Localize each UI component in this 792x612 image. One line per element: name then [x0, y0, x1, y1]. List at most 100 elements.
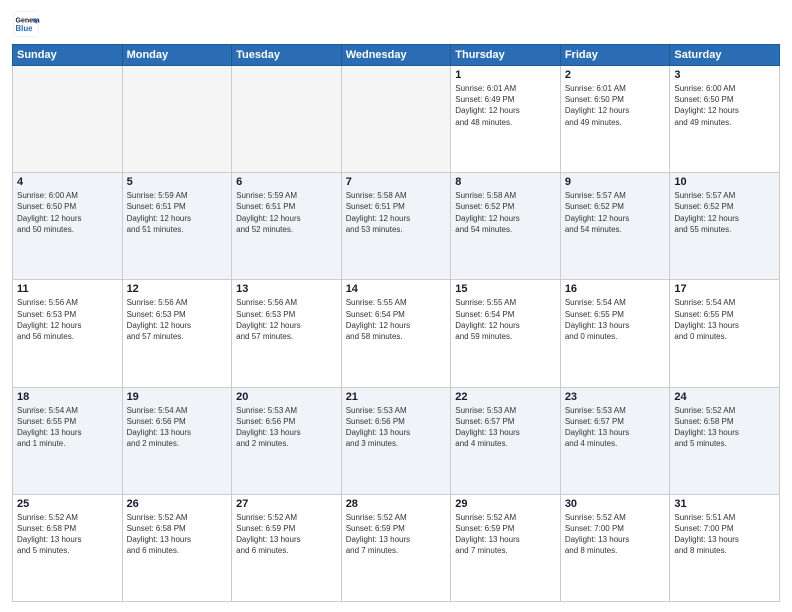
- day-info: Sunrise: 5:54 AMSunset: 6:56 PMDaylight:…: [127, 405, 228, 450]
- calendar-header-row: SundayMondayTuesdayWednesdayThursdayFrid…: [13, 45, 780, 66]
- day-header-saturday: Saturday: [670, 45, 780, 66]
- calendar-cell: 28Sunrise: 5:52 AMSunset: 6:59 PMDayligh…: [341, 494, 451, 601]
- day-info: Sunrise: 5:54 AMSunset: 6:55 PMDaylight:…: [17, 405, 118, 450]
- day-number: 19: [127, 391, 228, 403]
- calendar-cell: 31 Sunrise: 5:51 AMSunset: 7:00 PMDayligh…: [670, 494, 780, 601]
- calendar-cell: [122, 66, 232, 173]
- day-number: 11: [17, 283, 118, 295]
- day-info: Sunrise: 5:51 AMSunset: 7:00 PMDaylight:…: [674, 512, 775, 557]
- day-number: 6: [236, 176, 337, 188]
- day-number: 5: [127, 176, 228, 188]
- day-number: 1: [455, 69, 556, 81]
- day-info: Sunrise: 5:58 AMSunset: 6:52 PMDaylight:…: [455, 190, 556, 235]
- day-info: Sunrise: 5:52 AMSunset: 6:58 PMDaylight:…: [17, 512, 118, 557]
- day-header-friday: Friday: [560, 45, 670, 66]
- header: General Blue: [12, 10, 780, 38]
- logo-icon: General Blue: [12, 10, 40, 38]
- svg-text:Blue: Blue: [16, 24, 34, 33]
- calendar-cell: 4 Sunrise: 6:00 AMSunset: 6:50 PMDaylight…: [13, 173, 123, 280]
- day-number: 2: [565, 69, 666, 81]
- day-info: Sunrise: 6:00 AMSunset: 6:50 PMDaylight:…: [17, 190, 118, 235]
- day-info: Sunrise: 6:01 AMSunset: 6:50 PMDaylight:…: [565, 83, 666, 128]
- day-number: 7: [346, 176, 447, 188]
- day-info: Sunrise: 5:59 AMSunset: 6:51 PMDaylight:…: [127, 190, 228, 235]
- day-info: Sunrise: 5:52 AMSunset: 6:58 PMDaylight:…: [674, 405, 775, 450]
- day-info: Sunrise: 5:53 AMSunset: 6:57 PMDaylight:…: [565, 405, 666, 450]
- calendar-cell: 13Sunrise: 5:56 AMSunset: 6:53 PMDayligh…: [232, 280, 342, 387]
- calendar-cell: 10Sunrise: 5:57 AMSunset: 6:52 PMDayligh…: [670, 173, 780, 280]
- calendar-cell: 16Sunrise: 5:54 AMSunset: 6:55 PMDayligh…: [560, 280, 670, 387]
- calendar-cell: [13, 66, 123, 173]
- calendar-cell: 2 Sunrise: 6:01 AMSunset: 6:50 PMDaylight…: [560, 66, 670, 173]
- calendar-cell: 9 Sunrise: 5:57 AMSunset: 6:52 PMDaylight…: [560, 173, 670, 280]
- day-number: 29: [455, 498, 556, 510]
- calendar-cell: 20 Sunrise: 5:53 AMSunset: 6:56 PMDayligh…: [232, 387, 342, 494]
- day-number: 10: [674, 176, 775, 188]
- calendar-cell: 6 Sunrise: 5:59 AMSunset: 6:51 PMDaylight…: [232, 173, 342, 280]
- calendar-cell: 14 Sunrise: 5:55 AMSunset: 6:54 PMDayligh…: [341, 280, 451, 387]
- day-number: 23: [565, 391, 666, 403]
- day-number: 25: [17, 498, 118, 510]
- day-info: Sunrise: 5:52 AMSunset: 7:00 PMDaylight:…: [565, 512, 666, 557]
- calendar-cell: 17Sunrise: 5:54 AMSunset: 6:55 PMDayligh…: [670, 280, 780, 387]
- day-number: 12: [127, 283, 228, 295]
- day-info: Sunrise: 5:56 AMSunset: 6:53 PMDaylight:…: [127, 297, 228, 342]
- calendar-cell: 25 Sunrise: 5:52 AMSunset: 6:58 PMDayligh…: [13, 494, 123, 601]
- day-number: 20: [236, 391, 337, 403]
- calendar-week-row: 18 Sunrise: 5:54 AMSunset: 6:55 PMDayligh…: [13, 387, 780, 494]
- calendar-cell: 22 Sunrise: 5:53 AMSunset: 6:57 PMDayligh…: [451, 387, 561, 494]
- day-info: Sunrise: 5:53 AMSunset: 6:56 PMDaylight:…: [236, 405, 337, 450]
- calendar-cell: 12 Sunrise: 5:56 AMSunset: 6:53 PMDayligh…: [122, 280, 232, 387]
- day-info: Sunrise: 5:52 AMSunset: 6:59 PMDaylight:…: [455, 512, 556, 557]
- calendar-cell: 5 Sunrise: 5:59 AMSunset: 6:51 PMDaylight…: [122, 173, 232, 280]
- day-header-wednesday: Wednesday: [341, 45, 451, 66]
- page: General Blue SundayMondayTuesdayWednesda…: [0, 0, 792, 612]
- day-number: 13: [236, 283, 337, 295]
- calendar-cell: 3 Sunrise: 6:00 AMSunset: 6:50 PMDaylight…: [670, 66, 780, 173]
- calendar-cell: 24 Sunrise: 5:52 AMSunset: 6:58 PMDayligh…: [670, 387, 780, 494]
- day-info: Sunrise: 5:57 AMSunset: 6:52 PMDaylight:…: [565, 190, 666, 235]
- day-info: Sunrise: 5:58 AMSunset: 6:51 PMDaylight:…: [346, 190, 447, 235]
- calendar-cell: [341, 66, 451, 173]
- day-info: Sunrise: 5:53 AMSunset: 6:57 PMDaylight:…: [455, 405, 556, 450]
- day-number: 9: [565, 176, 666, 188]
- day-info: Sunrise: 5:55 AMSunset: 6:54 PMDaylight:…: [455, 297, 556, 342]
- day-number: 18: [17, 391, 118, 403]
- calendar-cell: 19 Sunrise: 5:54 AMSunset: 6:56 PMDayligh…: [122, 387, 232, 494]
- calendar-cell: 26Sunrise: 5:52 AMSunset: 6:58 PMDayligh…: [122, 494, 232, 601]
- day-info: Sunrise: 5:53 AMSunset: 6:56 PMDaylight:…: [346, 405, 447, 450]
- calendar-cell: 21 Sunrise: 5:53 AMSunset: 6:56 PMDayligh…: [341, 387, 451, 494]
- day-header-thursday: Thursday: [451, 45, 561, 66]
- calendar-week-row: 1 Sunrise: 6:01 AMSunset: 6:49 PMDaylight…: [13, 66, 780, 173]
- day-number: 24: [674, 391, 775, 403]
- day-info: Sunrise: 5:59 AMSunset: 6:51 PMDaylight:…: [236, 190, 337, 235]
- calendar-cell: 1 Sunrise: 6:01 AMSunset: 6:49 PMDaylight…: [451, 66, 561, 173]
- day-number: 28: [346, 498, 447, 510]
- day-number: 31: [674, 498, 775, 510]
- day-number: 22: [455, 391, 556, 403]
- calendar-week-row: 11 Sunrise: 5:56 AMSunset: 6:53 PMDayligh…: [13, 280, 780, 387]
- calendar-cell: 30Sunrise: 5:52 AMSunset: 7:00 PMDayligh…: [560, 494, 670, 601]
- day-header-tuesday: Tuesday: [232, 45, 342, 66]
- day-number: 3: [674, 69, 775, 81]
- day-number: 21: [346, 391, 447, 403]
- calendar-cell: 23 Sunrise: 5:53 AMSunset: 6:57 PMDayligh…: [560, 387, 670, 494]
- day-info: Sunrise: 5:52 AMSunset: 6:58 PMDaylight:…: [127, 512, 228, 557]
- calendar-cell: 27Sunrise: 5:52 AMSunset: 6:59 PMDayligh…: [232, 494, 342, 601]
- calendar-cell: 8Sunrise: 5:58 AMSunset: 6:52 PMDaylight…: [451, 173, 561, 280]
- day-header-sunday: Sunday: [13, 45, 123, 66]
- day-info: Sunrise: 6:00 AMSunset: 6:50 PMDaylight:…: [674, 83, 775, 128]
- calendar-week-row: 25 Sunrise: 5:52 AMSunset: 6:58 PMDayligh…: [13, 494, 780, 601]
- calendar-table: SundayMondayTuesdayWednesdayThursdayFrid…: [12, 44, 780, 602]
- calendar-cell: 15Sunrise: 5:55 AMSunset: 6:54 PMDayligh…: [451, 280, 561, 387]
- day-info: Sunrise: 6:01 AMSunset: 6:49 PMDaylight:…: [455, 83, 556, 128]
- calendar-cell: 11 Sunrise: 5:56 AMSunset: 6:53 PMDayligh…: [13, 280, 123, 387]
- day-info: Sunrise: 5:55 AMSunset: 6:54 PMDaylight:…: [346, 297, 447, 342]
- day-number: 27: [236, 498, 337, 510]
- day-number: 14: [346, 283, 447, 295]
- calendar-cell: [232, 66, 342, 173]
- day-number: 4: [17, 176, 118, 188]
- day-info: Sunrise: 5:56 AMSunset: 6:53 PMDaylight:…: [17, 297, 118, 342]
- calendar-cell: 18 Sunrise: 5:54 AMSunset: 6:55 PMDayligh…: [13, 387, 123, 494]
- day-number: 17: [674, 283, 775, 295]
